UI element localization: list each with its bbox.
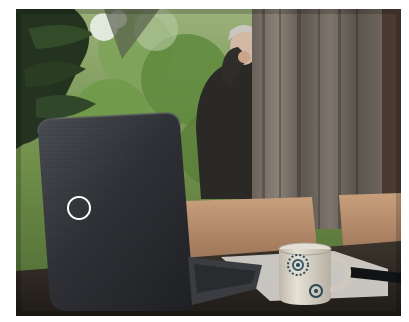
photo-frame <box>0 0 409 322</box>
photo <box>16 9 401 316</box>
photo-scene <box>16 9 401 316</box>
